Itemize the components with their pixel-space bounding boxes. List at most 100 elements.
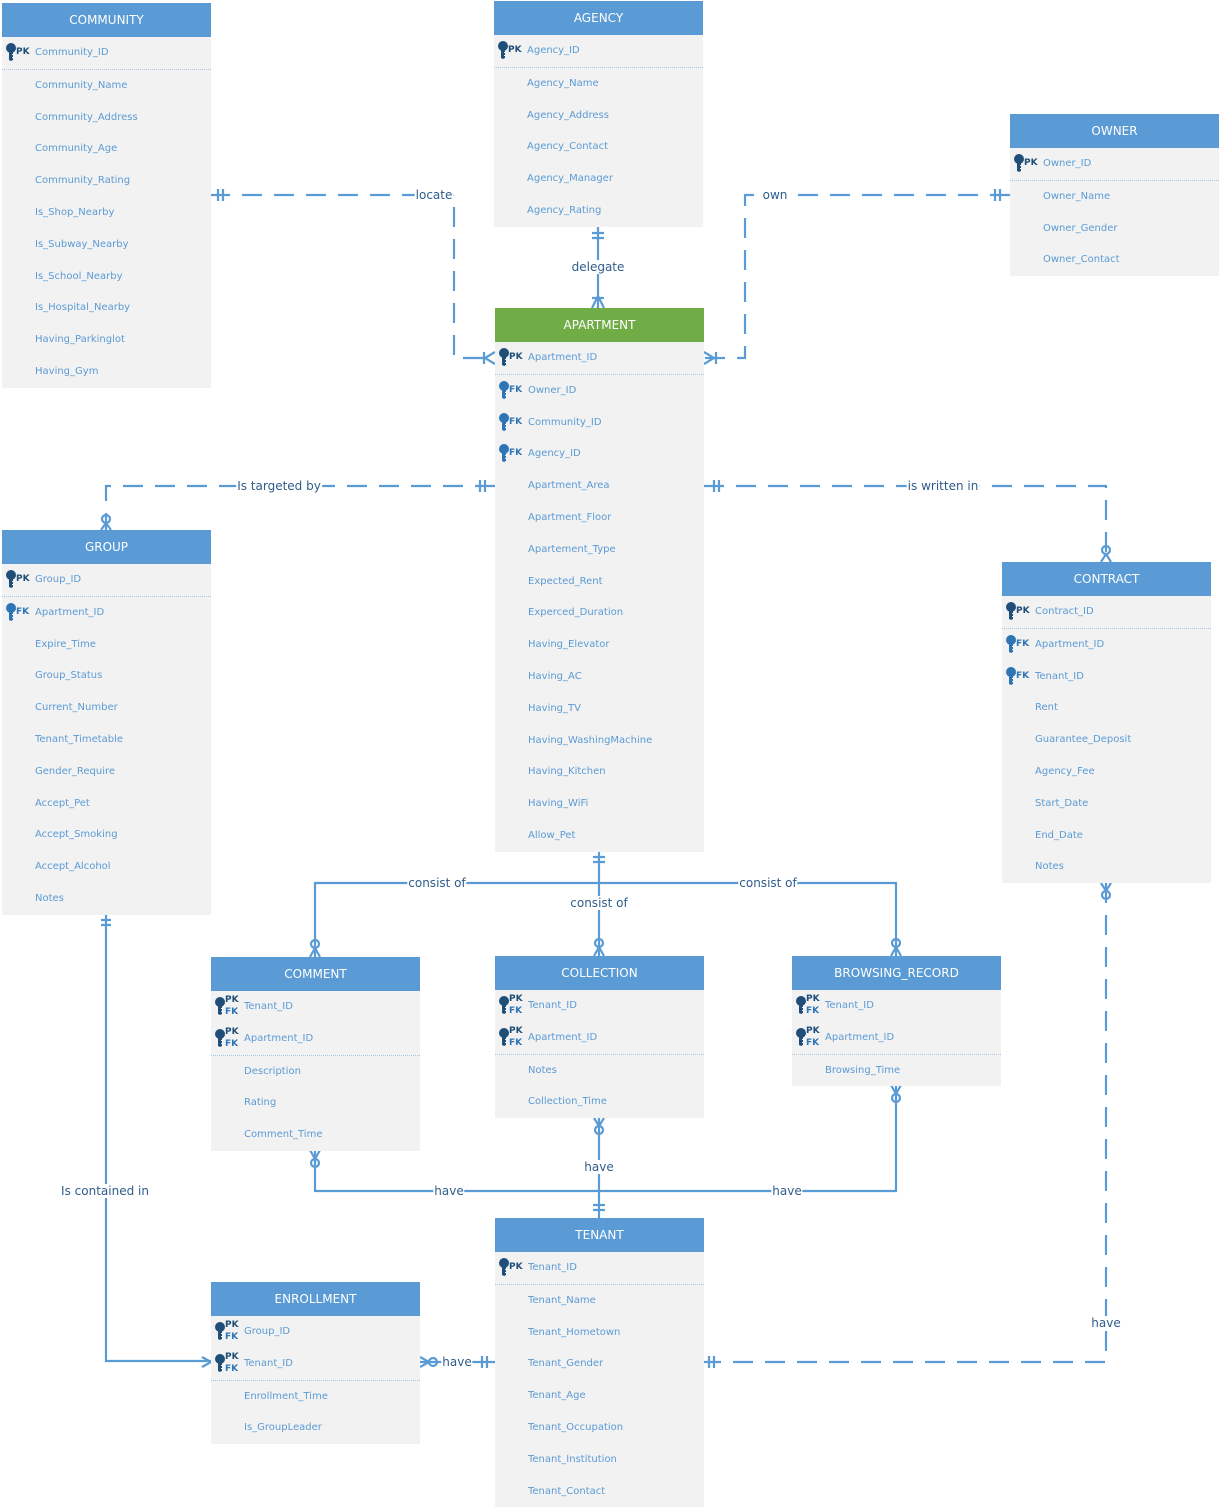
attribute-name: Tenant_Gender: [528, 1358, 604, 1370]
entity-title: BROWSING_RECORD: [792, 956, 1001, 990]
key-type: PK: [509, 352, 523, 362]
attribute-row: Is_Subway_Nearby: [2, 229, 211, 261]
attribute-row: Tenant_Contact: [495, 1476, 704, 1508]
relation-label-consist-of: consist of: [569, 896, 629, 910]
attribute-row: PK Contract_ID: [1002, 596, 1211, 629]
attribute-row: Notes: [1002, 851, 1211, 883]
line-contract-tenant: [704, 883, 1108, 1364]
attribute-name: Current_Number: [35, 702, 118, 714]
attribute-name: Tenant_ID: [1035, 670, 1084, 682]
attribute-name: Rating: [244, 1097, 277, 1109]
attribute-row: Tenant_Gender: [495, 1348, 704, 1380]
attribute-row: Community_Address: [2, 102, 211, 134]
attribute-name: Group_ID: [35, 574, 82, 585]
attribute-row: Experced_Duration: [495, 597, 704, 629]
attribute-row: Current_Number: [2, 692, 211, 724]
attribute-name: Apartment_Area: [528, 480, 610, 492]
attribute-name: End_Date: [1035, 829, 1083, 841]
attribute-row: PK Group_ID: [2, 564, 211, 597]
attribute-name: Tenant_Timetable: [35, 733, 124, 745]
attribute-row: Notes: [2, 883, 211, 915]
attribute-name: Allow_Pet: [528, 829, 576, 841]
entity-apartment: APARTMENT PK Apartment_ID FK Owner_ID FK Commu…: [495, 308, 704, 852]
attribute-name: Having_Elevator: [528, 639, 610, 651]
attribute-name: Expire_Time: [35, 638, 96, 650]
attribute-row: Agency_Address: [494, 100, 703, 132]
attribute-row: PKFK Tenant_ID: [211, 1348, 420, 1381]
relation-label-targeted-by: Is targeted by: [236, 479, 322, 493]
key-type: PKFK: [509, 994, 523, 1016]
attribute-name: Experced_Duration: [528, 607, 624, 619]
line-owner-apartment: [704, 193, 1010, 360]
attribute-row: FK Tenant_ID: [1002, 661, 1211, 693]
attribute-row: Collection_Time: [495, 1086, 704, 1118]
relation-label-have: have: [1090, 1316, 1122, 1330]
relation-label-delegate: delegate: [570, 260, 626, 274]
line-group-enrollment: [104, 914, 211, 1363]
attribute-row: Tenant_Institution: [495, 1444, 704, 1476]
attribute-name: Community_ID: [35, 47, 109, 58]
attribute-row: Having_WiFi: [495, 788, 704, 820]
attribute-row: Having_Kitchen: [495, 756, 704, 788]
attribute-name: Apartment_ID: [244, 1032, 314, 1044]
attribute-row: Tenant_Age: [495, 1380, 704, 1412]
attribute-name: Apartment_ID: [35, 606, 105, 618]
attribute-row: PK Owner_ID: [1010, 148, 1219, 181]
attribute-row: Start_Date: [1002, 788, 1211, 820]
entity-enrollment: ENROLLMENT PKFK Group_ID PKFK Tenant_ID Enrol…: [211, 1282, 420, 1445]
relation-label-written-in: is written in: [906, 479, 980, 493]
attribute-row: PKFK Tenant_ID: [495, 990, 704, 1022]
attribute-row: Gender_Require: [2, 756, 211, 788]
attribute-row: Comment_Time: [211, 1119, 420, 1151]
attribute-name: Having_Parkinglot: [35, 334, 125, 346]
attribute-name: Having_WashingMachine: [528, 734, 653, 746]
key-type: PKFK: [806, 994, 820, 1016]
attribute-row: Agency_Name: [494, 68, 703, 100]
attribute-name: Accept_Smoking: [35, 829, 118, 841]
attribute-row: Guarantee_Deposit: [1002, 724, 1211, 756]
key-type: PK: [509, 1262, 523, 1272]
attribute-name: Agency_Manager: [527, 173, 613, 185]
attribute-row: FK Community_ID: [495, 407, 704, 439]
attribute-row: PKFK Apartment_ID: [211, 1023, 420, 1056]
attribute-row: Apartement_Type: [495, 534, 704, 566]
attribute-row: Agency_Manager: [494, 163, 703, 195]
entity-title: CONTRACT: [1002, 562, 1211, 596]
attribute-name: Tenant_ID: [528, 1262, 577, 1273]
attribute-row: Tenant_Name: [495, 1285, 704, 1317]
attribute-row: Apartment_Floor: [495, 502, 704, 534]
attribute-name: Tenant_Contact: [528, 1485, 606, 1497]
attribute-name: Notes: [35, 892, 64, 904]
attribute-name: Notes: [1035, 861, 1064, 873]
attribute-name: Agency_Name: [527, 77, 599, 89]
relation-label-own: own: [761, 188, 789, 202]
line-community-apartment: [210, 193, 495, 360]
attribute-row: Having_TV: [495, 693, 704, 725]
attribute-name: Tenant_Name: [528, 1294, 596, 1306]
attribute-row: Having_Elevator: [495, 629, 704, 661]
key-type: FK: [509, 384, 523, 395]
attribute-name: Description: [244, 1065, 301, 1077]
attribute-name: Having_Gym: [35, 365, 99, 377]
attribute-row: Enrollment_Time: [211, 1381, 420, 1413]
attribute-row: Expected_Rent: [495, 566, 704, 598]
attribute-row: Is_GroupLeader: [211, 1412, 420, 1444]
attribute-row: Agency_Fee: [1002, 756, 1211, 788]
attribute-row: Tenant_Occupation: [495, 1412, 704, 1444]
entity-agency: AGENCY PK Agency_ID Agency_Name Agency_Addre…: [494, 1, 703, 227]
attribute-name: Apartement_Type: [528, 543, 616, 555]
attribute-row: Community_Name: [2, 70, 211, 102]
attribute-name: Community_Age: [35, 143, 118, 155]
attribute-row: Community_Rating: [2, 165, 211, 197]
attribute-row: Apartment_Area: [495, 470, 704, 502]
entity-owner: OWNER PK Owner_ID Owner_Name Owner_Gender Own…: [1010, 114, 1219, 277]
attribute-name: Tenant_ID: [528, 1000, 577, 1011]
attribute-name: Agency_Fee: [1035, 765, 1095, 777]
key-type: PKFK: [806, 1025, 820, 1048]
attribute-name: Tenant_Occupation: [528, 1421, 624, 1433]
attribute-name: Contract_ID: [1035, 606, 1094, 617]
attribute-name: Community_Address: [35, 111, 138, 123]
attribute-name: Having_TV: [528, 702, 581, 714]
key-type: PK: [16, 47, 30, 57]
attribute-name: Start_Date: [1035, 797, 1089, 809]
